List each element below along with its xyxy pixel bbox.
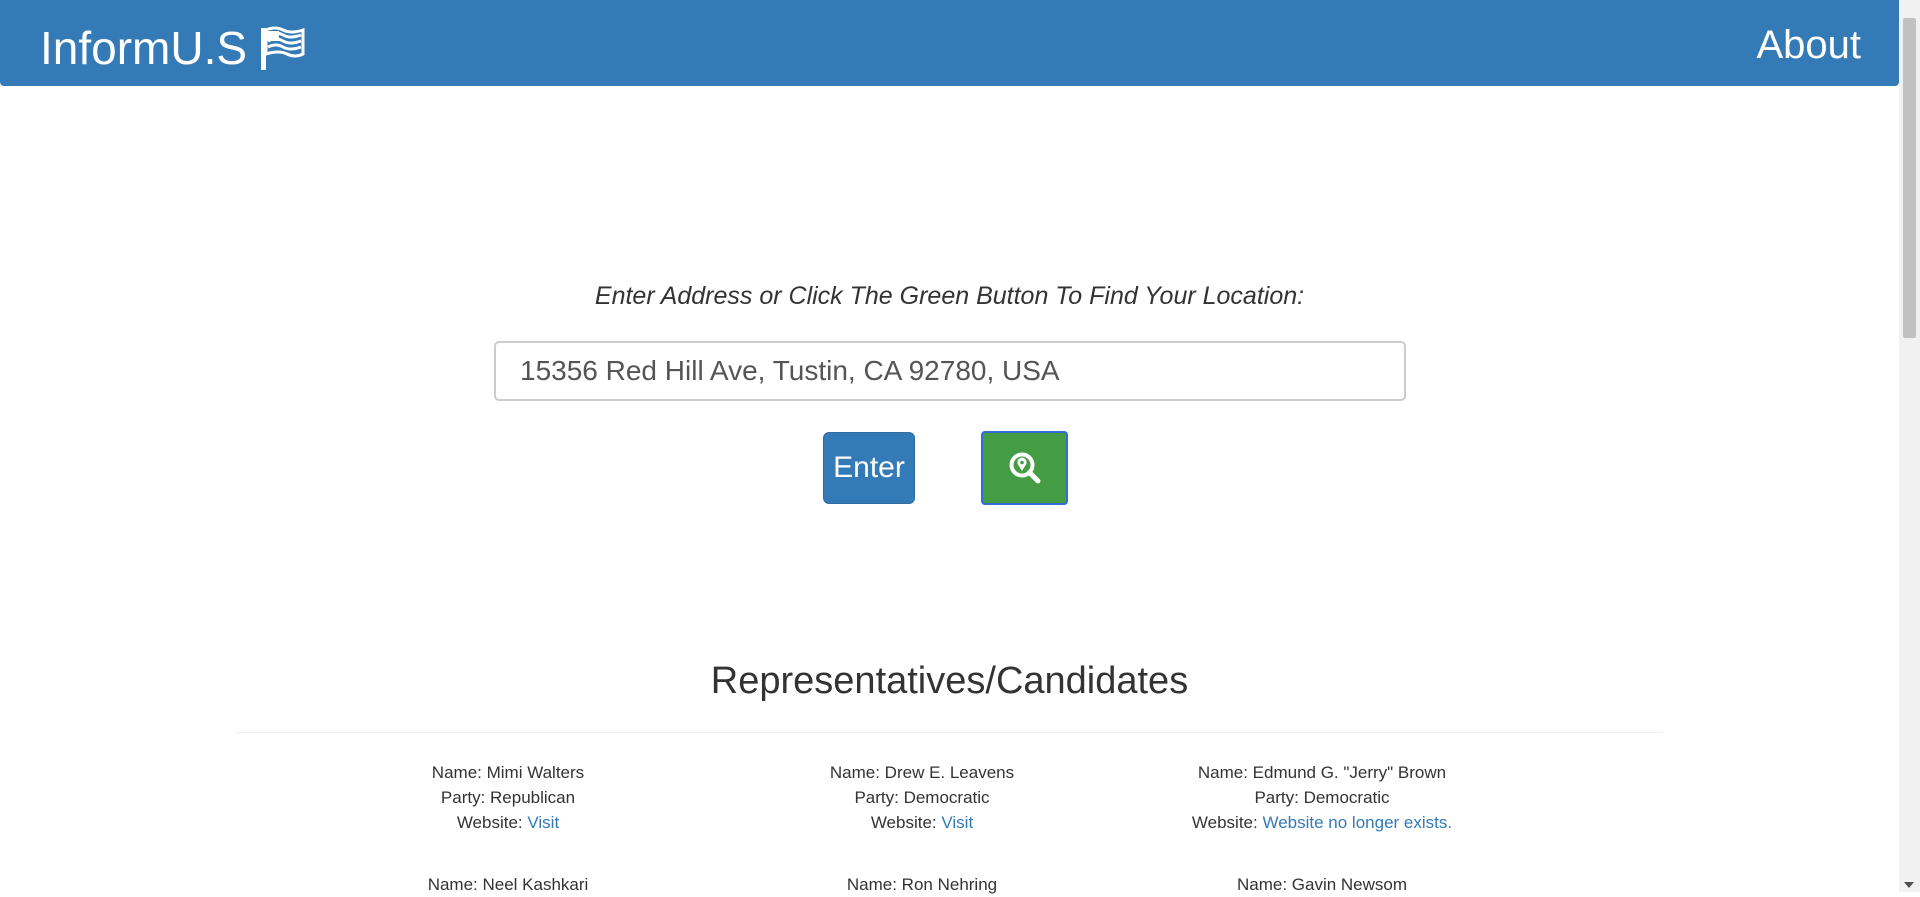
brand-link[interactable]: InformU.S bbox=[40, 20, 307, 76]
scroll-down-arrow-icon[interactable] bbox=[1904, 882, 1914, 888]
party-label: Party: bbox=[440, 788, 491, 807]
name-label: Name: bbox=[1236, 875, 1292, 894]
scrollbar-thumb[interactable] bbox=[1903, 18, 1916, 338]
name-label: Name: bbox=[1197, 763, 1253, 782]
rep-name: Edmund G. "Jerry" Brown bbox=[1252, 763, 1447, 782]
rep-name: Gavin Newsom bbox=[1291, 875, 1408, 894]
party-label: Party: bbox=[854, 788, 904, 807]
rep-party-line: Party: Democratic bbox=[1112, 785, 1532, 810]
section-divider bbox=[236, 732, 1662, 733]
rep-website-line: Website: Visit bbox=[298, 810, 718, 835]
top-navbar: InformU.S About bbox=[0, 0, 1899, 86]
search-prompt: Enter Address or Click The Green Button … bbox=[594, 282, 1305, 310]
website-label: Website: bbox=[456, 813, 528, 832]
vertical-scrollbar[interactable] bbox=[1899, 0, 1920, 892]
rep-website-line: Website: Website no longer exists. bbox=[1112, 810, 1532, 835]
website-label: Website: bbox=[870, 813, 942, 832]
representative-card: Name: Ron Nehring bbox=[712, 872, 1132, 897]
representative-card: Name: Mimi Walters Party: Republican Web… bbox=[298, 760, 718, 835]
section-title: Representatives/Candidates bbox=[710, 660, 1189, 702]
rep-party: Democratic bbox=[903, 788, 990, 807]
enter-button[interactable]: Enter bbox=[823, 432, 915, 504]
rep-name: Mimi Walters bbox=[486, 763, 585, 782]
rep-website-link[interactable]: Visit bbox=[941, 813, 973, 832]
rep-name-line: Name: Ron Nehring bbox=[712, 872, 1132, 897]
rep-name: Ron Nehring bbox=[901, 875, 998, 894]
name-label: Name: bbox=[846, 875, 902, 894]
rep-name-line: Name: Edmund G. "Jerry" Brown bbox=[1112, 760, 1532, 785]
rep-name-line: Name: Neel Kashkari bbox=[298, 872, 718, 897]
representative-card: Name: Neel Kashkari bbox=[298, 872, 718, 897]
rep-party-line: Party: Republican bbox=[298, 785, 718, 810]
name-label: Name: bbox=[431, 763, 487, 782]
rep-party-line: Party: Democratic bbox=[712, 785, 1132, 810]
map-pin-magnifier-icon bbox=[1009, 452, 1040, 484]
rep-name-line: Name: Drew E. Leavens bbox=[712, 760, 1132, 785]
locate-button[interactable] bbox=[981, 431, 1068, 505]
brand-name: InformU.S bbox=[40, 22, 248, 74]
rep-website-link[interactable]: Visit bbox=[527, 813, 559, 832]
rep-party: Republican bbox=[490, 788, 576, 807]
representative-card: Name: Gavin Newsom bbox=[1112, 872, 1532, 897]
name-label: Name: bbox=[829, 763, 885, 782]
rep-website-link[interactable]: Website no longer exists. bbox=[1262, 813, 1452, 832]
rep-name: Neel Kashkari bbox=[482, 875, 589, 894]
rep-name-line: Name: Gavin Newsom bbox=[1112, 872, 1532, 897]
flag-icon bbox=[261, 26, 305, 70]
website-label: Website: bbox=[1191, 813, 1263, 832]
rep-name: Drew E. Leavens bbox=[884, 763, 1015, 782]
address-input[interactable] bbox=[494, 341, 1406, 401]
about-link[interactable]: About bbox=[1756, 20, 1861, 70]
rep-name-line: Name: Mimi Walters bbox=[298, 760, 718, 785]
name-label: Name: bbox=[427, 875, 483, 894]
representative-card: Name: Edmund G. "Jerry" Brown Party: Dem… bbox=[1112, 760, 1532, 835]
rep-website-line: Website: Visit bbox=[712, 810, 1132, 835]
rep-party: Democratic bbox=[1303, 788, 1390, 807]
party-label: Party: bbox=[1254, 788, 1304, 807]
representative-card: Name: Drew E. Leavens Party: Democratic … bbox=[712, 760, 1132, 835]
